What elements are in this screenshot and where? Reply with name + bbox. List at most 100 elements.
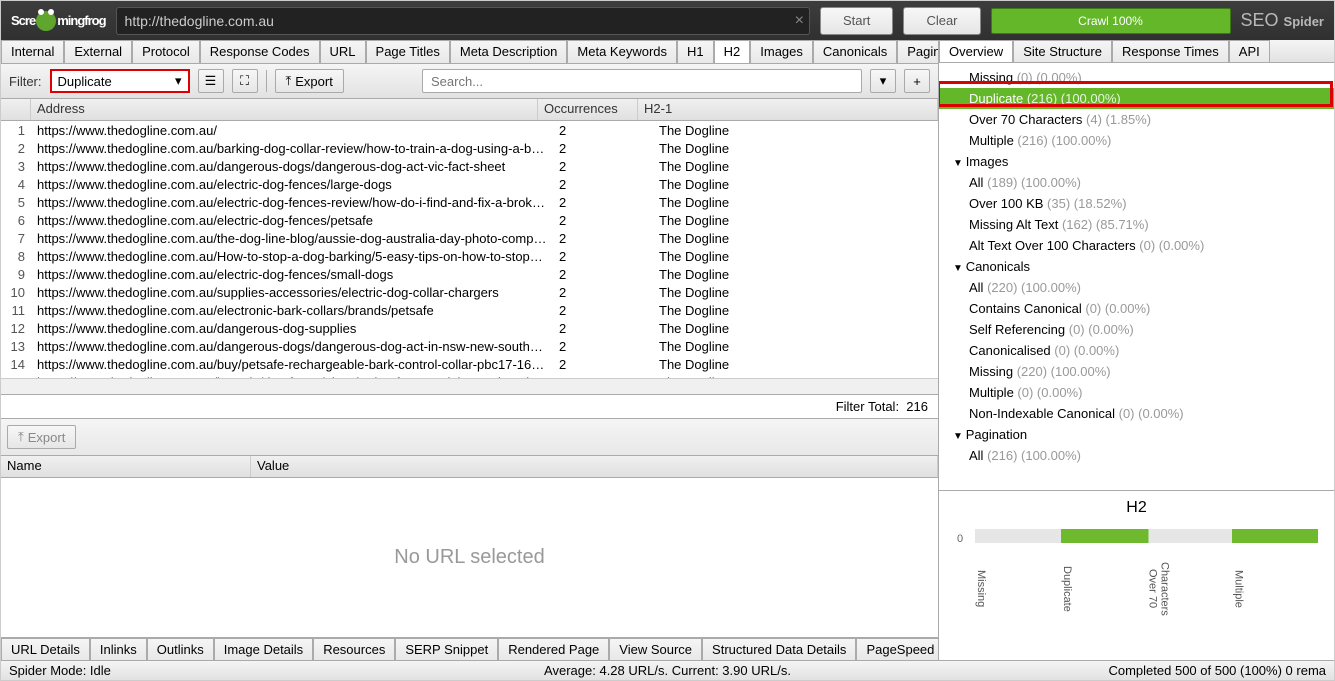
table-row[interactable]: 5https://www.thedogline.com.au/electric-…	[1, 193, 938, 211]
tab-url[interactable]: URL	[320, 40, 366, 63]
tree-item[interactable]: Multiple (216) (100.00%)	[939, 130, 1334, 151]
bar-over70	[1147, 529, 1233, 543]
app-logo: Scremingfrog	[11, 11, 106, 31]
bottom-tab-outlinks[interactable]: Outlinks	[147, 638, 214, 660]
table-row[interactable]: 6https://www.thedogline.com.au/electric-…	[1, 211, 938, 229]
tree-item[interactable]: Over 70 Characters (4) (1.85%)	[939, 109, 1334, 130]
bottom-tab-pagespeed-details[interactable]: PageSpeed Details	[856, 638, 939, 660]
list-view-icon[interactable]: ☰	[198, 69, 224, 93]
table-row[interactable]: 10https://www.thedogline.com.au/supplies…	[1, 283, 938, 301]
search-dropdown-icon[interactable]: ▾	[870, 69, 896, 93]
clear-button[interactable]: Clear	[903, 7, 980, 35]
bottom-tab-view-source[interactable]: View Source	[609, 638, 702, 660]
tree-item[interactable]: Missing (220) (100.00%)	[939, 361, 1334, 382]
tab-images[interactable]: Images	[750, 40, 813, 63]
tree-view-icon[interactable]: ⛶	[232, 69, 258, 93]
tab-internal[interactable]: Internal	[1, 40, 64, 63]
frog-icon	[36, 11, 56, 31]
tab-meta-keywords[interactable]: Meta Keywords	[567, 40, 677, 63]
table-row[interactable]: 8https://www.thedogline.com.au/How-to-st…	[1, 247, 938, 265]
tab-external[interactable]: External	[64, 40, 132, 63]
tab-canonicals[interactable]: Canonicals	[813, 40, 897, 63]
tree-item[interactable]: Missing Alt Text (162) (85.71%)	[939, 214, 1334, 235]
chart-label: Over 70 Characters	[1147, 549, 1233, 629]
table-row[interactable]: 3https://www.thedogline.com.au/dangerous…	[1, 157, 938, 175]
right-tab-overview[interactable]: Overview	[939, 40, 1013, 62]
lower-export-button[interactable]: ⤒Export	[7, 425, 76, 449]
horizontal-scrollbar[interactable]	[1, 378, 938, 394]
col-value[interactable]: Value	[251, 456, 938, 477]
filter-dropdown[interactable]: Duplicate▾	[50, 69, 190, 93]
table-row[interactable]: 7https://www.thedogline.com.au/the-dog-l…	[1, 229, 938, 247]
tab-h1[interactable]: H1	[677, 40, 714, 63]
status-progress: Completed 500 of 500 (100%) 0 rema	[1108, 663, 1326, 678]
overview-tree[interactable]: Missing (0) (0.00%)Duplicate (216) (100.…	[939, 63, 1334, 490]
table-row[interactable]: 2https://www.thedogline.com.au/barking-d…	[1, 139, 938, 157]
bottom-tabs: URL DetailsInlinksOutlinksImage DetailsR…	[1, 637, 938, 660]
tree-item[interactable]: Over 100 KB (35) (18.52%)	[939, 193, 1334, 214]
add-column-icon[interactable]: +	[904, 69, 930, 93]
chart-panel: H2 0 MissingDuplicateOver 70 CharactersM…	[939, 490, 1334, 660]
filter-total: Filter Total: 216	[1, 395, 938, 419]
tree-item[interactable]: Non-Indexable Canonical (0) (0.00%)	[939, 403, 1334, 424]
tab-h2[interactable]: H2	[714, 40, 751, 63]
tree-item[interactable]: Canonicalised (0) (0.00%)	[939, 340, 1334, 361]
status-speed: Average: 4.28 URL/s. Current: 3.90 URL/s…	[544, 663, 791, 678]
right-tab-site-structure[interactable]: Site Structure	[1013, 40, 1112, 62]
bottom-tab-image-details[interactable]: Image Details	[214, 638, 313, 660]
url-input-wrap: ×	[116, 7, 810, 35]
table-row[interactable]: 12https://www.thedogline.com.au/dangerou…	[1, 319, 938, 337]
tab-response-codes[interactable]: Response Codes	[200, 40, 320, 63]
table-row[interactable]: 13https://www.thedogline.com.au/dangerou…	[1, 337, 938, 355]
tree-category[interactable]: Pagination	[939, 424, 1334, 445]
tree-item[interactable]: Multiple (0) (0.00%)	[939, 382, 1334, 403]
bottom-tab-rendered-page[interactable]: Rendered Page	[498, 638, 609, 660]
col-address[interactable]: Address	[31, 99, 538, 120]
status-mode: Spider Mode: Idle	[9, 663, 111, 678]
tree-category[interactable]: Images	[939, 151, 1334, 172]
url-input[interactable]	[116, 7, 810, 35]
tree-item[interactable]: Missing (0) (0.00%)	[939, 67, 1334, 88]
filter-label: Filter:	[9, 74, 42, 89]
main-tabs: InternalExternalProtocolResponse CodesUR…	[1, 40, 938, 64]
bottom-tab-url-details[interactable]: URL Details	[1, 638, 90, 660]
grid-body[interactable]: 1https://www.thedogline.com.au/2The Dogl…	[1, 121, 938, 378]
tab-page-titles[interactable]: Page Titles	[366, 40, 450, 63]
tree-item[interactable]: Self Referencing (0) (0.00%)	[939, 319, 1334, 340]
tree-item[interactable]: Duplicate (216) (100.00%)	[939, 88, 1334, 109]
status-bar: Spider Mode: Idle Average: 4.28 URL/s. C…	[1, 660, 1334, 680]
table-row[interactable]: 11https://www.thedogline.com.au/electron…	[1, 301, 938, 319]
bottom-tab-serp-snippet[interactable]: SERP Snippet	[395, 638, 498, 660]
tab-meta-description[interactable]: Meta Description	[450, 40, 568, 63]
bottom-tab-structured-data-details[interactable]: Structured Data Details	[702, 638, 856, 660]
start-button[interactable]: Start	[820, 7, 893, 35]
bottom-tab-inlinks[interactable]: Inlinks	[90, 638, 147, 660]
col-occurrences[interactable]: Occurrences	[538, 99, 638, 120]
tree-item[interactable]: All (216) (100.00%)	[939, 445, 1334, 466]
search-input[interactable]	[422, 69, 862, 93]
chevron-down-icon: ▾	[175, 73, 182, 89]
chart-label: Missing	[975, 549, 1061, 629]
table-row[interactable]: 1https://www.thedogline.com.au/2The Dogl…	[1, 121, 938, 139]
col-name[interactable]: Name	[1, 456, 251, 477]
right-tab-response-times[interactable]: Response Times	[1112, 40, 1229, 62]
tab-pagination[interactable]: Pagination	[897, 40, 939, 63]
table-row[interactable]: 9https://www.thedogline.com.au/electric-…	[1, 265, 938, 283]
top-toolbar: Scremingfrog × Start Clear Crawl 100% SE…	[1, 1, 1334, 40]
tree-item[interactable]: Contains Canonical (0) (0.00%)	[939, 298, 1334, 319]
table-row[interactable]: 14https://www.thedogline.com.au/buy/pets…	[1, 355, 938, 373]
tree-category[interactable]: Canonicals	[939, 256, 1334, 277]
table-row[interactable]: 4https://www.thedogline.com.au/electric-…	[1, 175, 938, 193]
export-button[interactable]: ⤒Export	[275, 69, 344, 93]
clear-url-icon[interactable]: ×	[795, 12, 804, 30]
chart-label: Duplicate	[1061, 549, 1147, 629]
no-url-selected: No URL selected	[1, 478, 938, 637]
right-tab-api[interactable]: API	[1229, 40, 1270, 62]
chart-title: H2	[955, 499, 1318, 517]
tab-protocol[interactable]: Protocol	[132, 40, 200, 63]
tree-item[interactable]: All (220) (100.00%)	[939, 277, 1334, 298]
tree-item[interactable]: Alt Text Over 100 Characters (0) (0.00%)	[939, 235, 1334, 256]
tree-item[interactable]: All (189) (100.00%)	[939, 172, 1334, 193]
col-h2-1[interactable]: H2-1	[638, 99, 938, 120]
bottom-tab-resources[interactable]: Resources	[313, 638, 395, 660]
